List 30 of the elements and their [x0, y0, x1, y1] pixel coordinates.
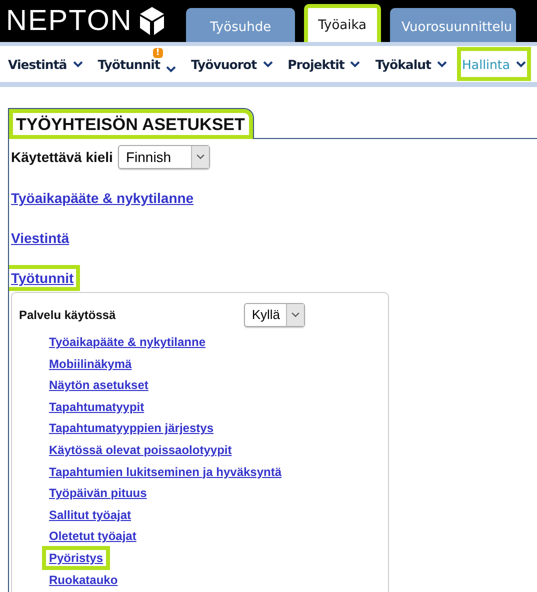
chevron-down-icon: [291, 312, 300, 318]
section-link[interactable]: Työaikapääte & nykytilanne: [9, 185, 200, 211]
section-link[interactable]: Työtunnit: [9, 265, 80, 291]
nav-tab[interactable]: Työaika: [304, 4, 380, 42]
dropdown-field[interactable]: Kyllä: [244, 303, 305, 327]
settings-link[interactable]: Pyöristys: [42, 546, 110, 570]
cube-logo-icon: [138, 6, 166, 36]
notification-badge: !: [152, 48, 163, 58]
dropdown-field[interactable]: Finnish: [118, 145, 210, 169]
chevron-down-icon: [516, 60, 526, 68]
chevron-down-icon: [350, 60, 360, 68]
chevron-down-icon: [166, 66, 176, 72]
panel-title: TYÖYHTEISÖN ASETUKSET: [8, 108, 254, 139]
settings-link[interactable]: Työaikapääte & nykytilanne: [42, 330, 213, 354]
menu-item[interactable]: Työtunnit !: [92, 47, 181, 81]
field-label: Käytettävä kieli: [11, 149, 113, 165]
section-link[interactable]: Viestintä: [9, 225, 76, 251]
menu-item[interactable]: Työvuorot: [186, 47, 278, 81]
logo-text: NEPTON: [6, 4, 132, 38]
chevron-down-icon: [437, 60, 448, 68]
menu-item[interactable]: Viestintä: [3, 47, 88, 81]
dropdown-value: Kyllä: [250, 306, 281, 324]
menu-item[interactable]: Projektit: [282, 47, 366, 81]
dropdown-value: Finnish: [124, 148, 172, 167]
chevron-down-icon: [262, 60, 273, 68]
chevron-down-icon: [72, 60, 83, 68]
chevron-down-icon: [196, 154, 206, 160]
field-label: Palvelu käytössä: [19, 308, 116, 322]
settings-link[interactable]: Ruokatauko: [42, 568, 125, 592]
menu-item[interactable]: Työkalut: [370, 47, 452, 81]
